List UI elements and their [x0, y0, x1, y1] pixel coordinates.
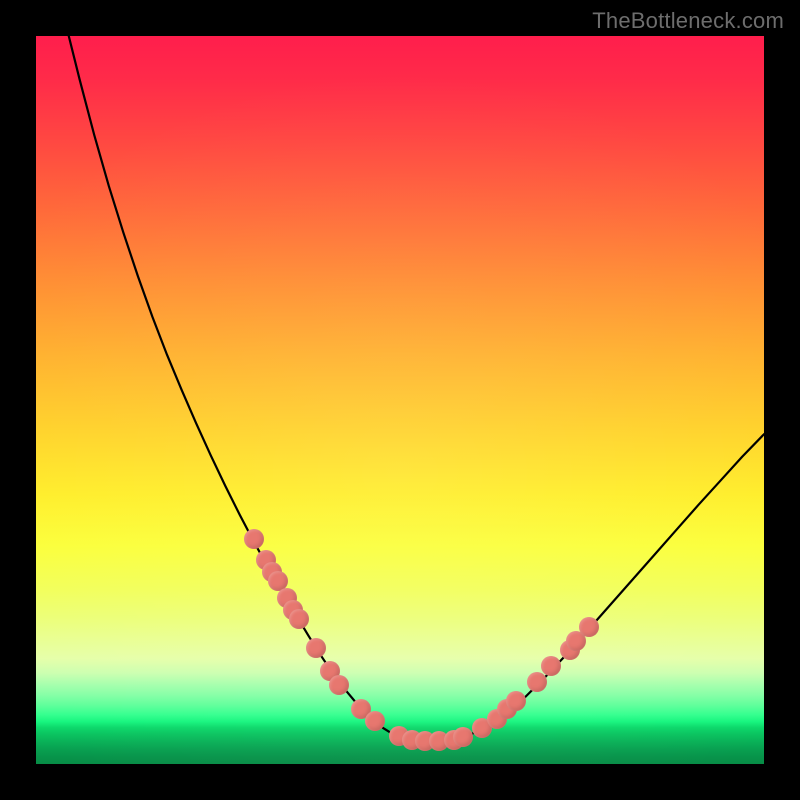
data-marker	[527, 672, 547, 692]
heat-gradient	[36, 36, 764, 764]
chart-frame: TheBottleneck.com	[0, 0, 800, 800]
watermark-text: TheBottleneck.com	[592, 8, 784, 34]
plot-area	[36, 36, 764, 764]
data-marker	[306, 638, 326, 658]
data-marker	[365, 711, 385, 731]
data-marker	[329, 675, 349, 695]
data-marker	[289, 609, 309, 629]
